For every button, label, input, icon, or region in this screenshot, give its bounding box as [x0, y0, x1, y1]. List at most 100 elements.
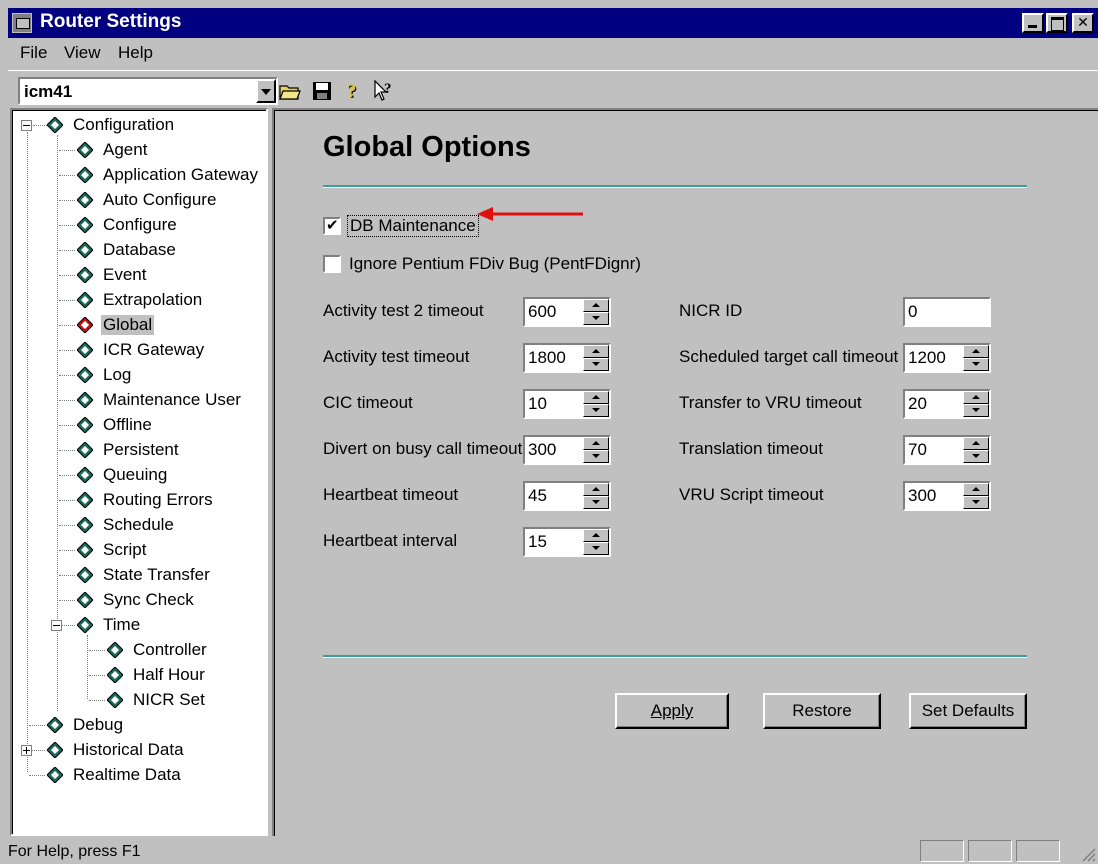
help-icon[interactable]: ? ? — [342, 79, 366, 103]
collapse-configuration-toggle[interactable] — [21, 120, 32, 131]
save-icon[interactable] — [310, 79, 334, 103]
status-text: For Help, press F1 — [8, 843, 141, 860]
spin-up-icon[interactable] — [963, 391, 989, 404]
title-bar[interactable]: Router Settings ✕ — [8, 8, 1098, 38]
field-value[interactable]: 15 — [528, 532, 547, 552]
cic-timeout-spinner[interactable]: 10 — [523, 389, 611, 419]
router-settings-window: Router Settings ✕ File View Help icm41 ?… — [0, 0, 1098, 864]
tree-node-label: Queuing — [103, 465, 168, 484]
spin-down-icon[interactable] — [583, 496, 609, 509]
heartbeat-interval-spinner[interactable]: 15 — [523, 527, 611, 557]
field-value[interactable]: 1800 — [528, 348, 566, 368]
status-pane-2 — [968, 840, 1012, 862]
activity-test-timeout-label: Activity test timeout — [323, 347, 470, 366]
set-defaults-button-label: Set Defaults — [921, 701, 1015, 720]
tree-node-label: Configuration — [73, 115, 175, 134]
minimize-button[interactable] — [1022, 13, 1044, 33]
maximize-button[interactable] — [1046, 13, 1068, 33]
tree-node-label: Configure — [103, 215, 177, 234]
spin-down-icon[interactable] — [963, 496, 989, 509]
spin-up-icon[interactable] — [963, 483, 989, 496]
activity-test-2-timeout-spinner[interactable]: 600 — [523, 297, 611, 327]
config-tree[interactable]: Configuration Agent Application Gateway Au… — [10, 108, 268, 836]
ignore-pentium-label[interactable]: Ignore Pentium FDiv Bug (PentFDignr) — [349, 254, 641, 274]
diamond-node-icon — [77, 517, 93, 533]
resize-grip-icon[interactable] — [1080, 846, 1096, 862]
tree-node-label: Realtime Data — [73, 765, 181, 784]
tree-node-label: Maintenance User — [103, 390, 241, 409]
app-window-icon[interactable] — [12, 13, 32, 33]
instance-combobox[interactable]: icm41 — [18, 77, 278, 105]
vru-script-timeout-label: VRU Script timeout — [679, 485, 824, 504]
toolbar: icm41 ? ? ? — [8, 70, 1098, 108]
divert-on-busy-call-timeout-label: Divert on busy call timeout — [323, 439, 523, 458]
field-value[interactable]: 0 — [908, 302, 917, 322]
chevron-down-icon[interactable] — [256, 79, 276, 103]
tree-node-label: Offline — [103, 415, 152, 434]
spin-up-icon[interactable] — [583, 345, 609, 358]
tree-node-label: Event — [103, 265, 147, 284]
spin-down-icon[interactable] — [963, 358, 989, 371]
svg-text:?: ? — [347, 81, 357, 102]
vru-script-timeout-spinner[interactable]: 300 — [903, 481, 991, 511]
menu-file[interactable]: File — [20, 43, 47, 63]
field-value[interactable]: 20 — [908, 394, 927, 414]
diamond-node-icon — [77, 367, 93, 383]
svg-text:?: ? — [384, 81, 392, 97]
scheduled-target-call-timeout-spinner[interactable]: 1200 — [903, 343, 991, 373]
apply-button[interactable]: Apply — [615, 693, 729, 729]
spin-up-icon[interactable] — [583, 437, 609, 450]
field-value[interactable]: 10 — [528, 394, 547, 414]
db-maintenance-checkbox[interactable] — [323, 216, 341, 235]
spin-down-icon[interactable] — [963, 450, 989, 463]
nicr-id-input[interactable]: 0 — [903, 297, 991, 327]
spin-up-icon[interactable] — [963, 437, 989, 450]
ignore-pentium-checkbox[interactable] — [323, 255, 341, 273]
spin-up-icon[interactable] — [583, 483, 609, 496]
field-value[interactable]: 300 — [528, 440, 556, 460]
diamond-node-icon — [107, 667, 123, 683]
field-value[interactable]: 70 — [908, 440, 927, 460]
translation-timeout-spinner[interactable]: 70 — [903, 435, 991, 465]
field-value[interactable]: 600 — [528, 302, 556, 322]
menu-bar: File View Help — [8, 38, 1098, 68]
field-value[interactable]: 45 — [528, 486, 547, 506]
divider-bottom — [323, 655, 1027, 658]
set-defaults-button[interactable]: Set Defaults — [909, 693, 1027, 729]
collapse-time-toggle[interactable] — [51, 620, 62, 631]
diamond-node-icon — [77, 392, 93, 408]
spin-down-icon[interactable] — [583, 542, 609, 555]
activity-test-timeout-spinner[interactable]: 1800 — [523, 343, 611, 373]
spin-up-icon[interactable] — [583, 529, 609, 542]
open-folder-icon[interactable] — [278, 79, 302, 103]
diamond-node-icon — [47, 742, 63, 758]
restore-button[interactable]: Restore — [763, 693, 881, 729]
expand-historical-data-toggle[interactable] — [21, 745, 32, 756]
diamond-node-icon — [77, 442, 93, 458]
diamond-node-icon — [77, 242, 93, 258]
context-help-icon[interactable]: ? — [372, 79, 396, 103]
transfer-to-vru-timeout-spinner[interactable]: 20 — [903, 389, 991, 419]
db-maintenance-label[interactable]: DB Maintenance — [347, 215, 479, 237]
close-button[interactable]: ✕ — [1072, 13, 1094, 33]
global-options-panel: Global Options DB Maintenance Ignore Pen… — [272, 108, 1098, 836]
menu-help[interactable]: Help — [118, 43, 153, 63]
menu-view[interactable]: View — [64, 43, 101, 63]
diamond-node-icon — [77, 167, 93, 183]
restore-button-label: Restore — [792, 701, 852, 720]
spin-down-icon[interactable] — [583, 312, 609, 325]
field-value[interactable]: 1200 — [908, 348, 946, 368]
diamond-node-icon — [77, 267, 93, 283]
tree-node-label: Application Gateway — [103, 165, 258, 184]
spin-up-icon[interactable] — [583, 299, 609, 312]
spin-down-icon[interactable] — [583, 358, 609, 371]
spin-down-icon[interactable] — [583, 404, 609, 417]
heartbeat-timeout-spinner[interactable]: 45 — [523, 481, 611, 511]
field-value[interactable]: 300 — [908, 486, 936, 506]
spin-up-icon[interactable] — [963, 345, 989, 358]
divert-on-busy-call-timeout-spinner[interactable]: 300 — [523, 435, 611, 465]
tree-node-label: Extrapolation — [103, 290, 203, 309]
spin-down-icon[interactable] — [963, 404, 989, 417]
spin-up-icon[interactable] — [583, 391, 609, 404]
spin-down-icon[interactable] — [583, 450, 609, 463]
